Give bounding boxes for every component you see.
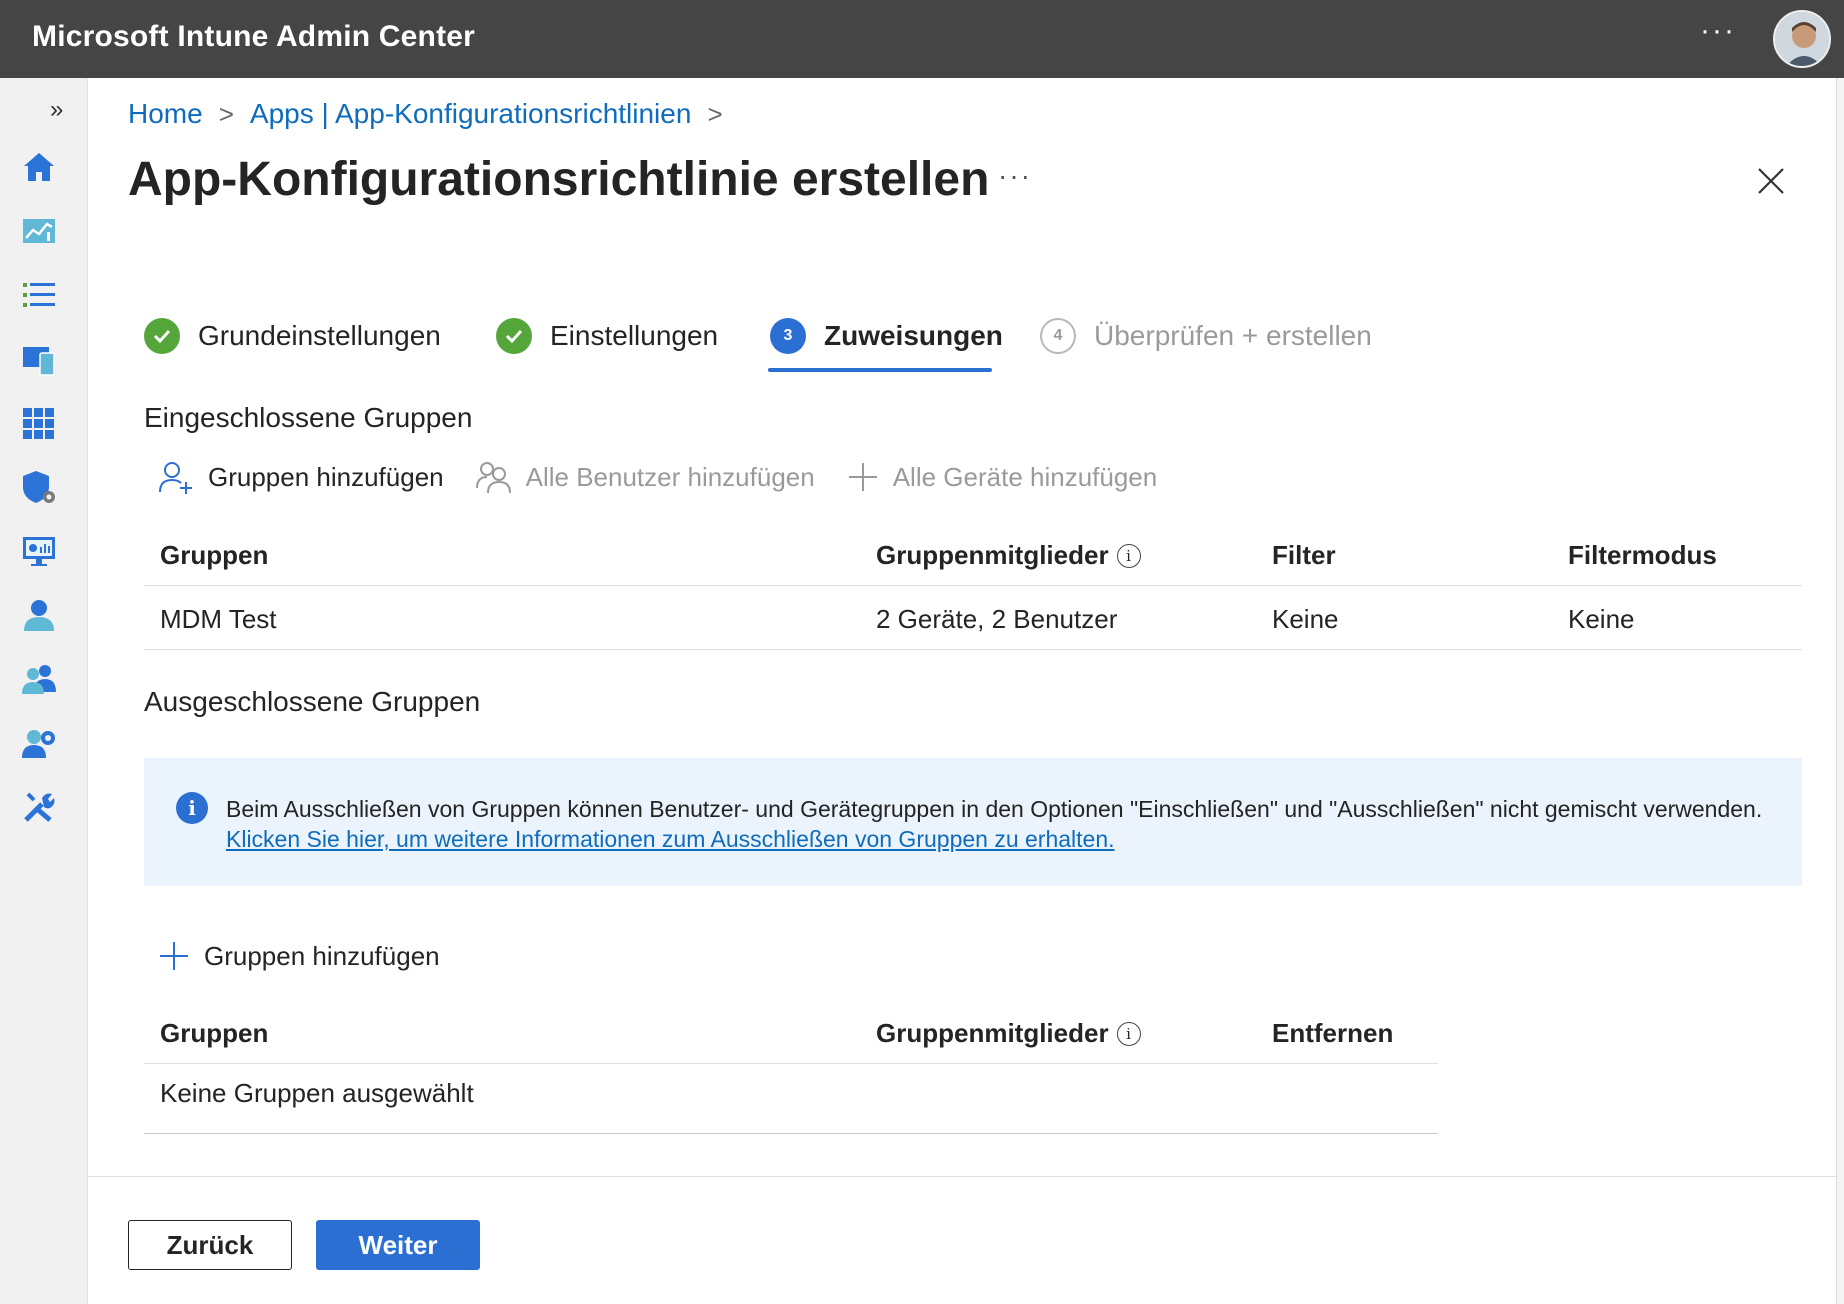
- step-label: Überprüfen + erstellen: [1094, 320, 1372, 351]
- col-members: Gruppenmitglieder i: [876, 1018, 1141, 1049]
- apps-icon[interactable]: [20, 404, 58, 442]
- add-groups-button[interactable]: Gruppen hinzufügen: [158, 460, 444, 494]
- add-person-icon: [159, 462, 192, 494]
- footer-divider: [88, 1176, 1836, 1177]
- breadcrumb-apps[interactable]: Apps | App-Konfigurationsrichtlinien: [250, 98, 692, 130]
- learn-more-link[interactable]: Klicken Sie hier, um weitere Information…: [226, 826, 1115, 852]
- row-filter-mode: Keine: [1568, 604, 1635, 634]
- add-all-users-label: Alle Benutzer hinzufügen: [525, 461, 815, 492]
- check-icon: [496, 318, 532, 354]
- chevron-right-icon: >: [218, 98, 234, 129]
- col-filter: Filter: [1272, 540, 1336, 570]
- col-filter-mode: Filtermodus: [1568, 540, 1717, 570]
- excluded-groups-table: Gruppen Gruppenmitglieder i Entfernen Ke…: [144, 1000, 1438, 1134]
- check-icon: [144, 318, 180, 354]
- troubleshooting-icon[interactable]: [20, 788, 58, 826]
- col-members-label: Gruppenmitglieder: [876, 1018, 1109, 1048]
- users-icon[interactable]: [20, 596, 58, 634]
- page-more-icon[interactable]: ···: [998, 160, 1032, 192]
- col-members-label: Gruppenmitglieder: [876, 540, 1109, 570]
- step-review-create[interactable]: 4 Überprüfen + erstellen: [1040, 318, 1372, 354]
- close-icon[interactable]: [1756, 166, 1786, 196]
- table-header: Gruppen Gruppenmitglieder i Filter Filte…: [144, 522, 1802, 586]
- top-bar: Microsoft Intune Admin Center ···: [0, 0, 1844, 78]
- col-groups: Gruppen: [160, 540, 269, 570]
- plus-icon: [160, 942, 188, 970]
- step-label: Einstellungen: [550, 320, 719, 351]
- row-members: 2 Geräte, 2 Benutzer: [876, 604, 1118, 634]
- table-header: Gruppen Gruppenmitglieder i Entfernen: [144, 1000, 1438, 1064]
- scroll-edge: [1836, 78, 1844, 1304]
- row-filter[interactable]: Keine: [1272, 604, 1339, 635]
- reports-icon[interactable]: [20, 532, 58, 570]
- devices-icon[interactable]: [20, 340, 58, 378]
- info-icon: i: [176, 792, 208, 824]
- step-label: Zuweisungen: [824, 320, 1003, 351]
- left-nav: »: [0, 78, 88, 1304]
- step-assignments[interactable]: 3 Zuweisungen: [770, 318, 1003, 354]
- add-all-users-button[interactable]: Alle Benutzer hinzufügen: [475, 460, 815, 494]
- add-excluded-groups-button[interactable]: Gruppen hinzufügen: [158, 940, 440, 972]
- more-options-icon[interactable]: ···: [1700, 14, 1736, 48]
- add-all-devices-label: Alle Geräte hinzufügen: [892, 461, 1158, 492]
- app-title[interactable]: Microsoft Intune Admin Center: [32, 20, 475, 54]
- step-number: 4: [1040, 318, 1076, 354]
- table-row[interactable]: MDM Test 2 Geräte, 2 Benutzer Keine Kein…: [144, 586, 1802, 650]
- included-groups-table: Gruppen Gruppenmitglieder i Filter Filte…: [144, 522, 1802, 650]
- step-basics[interactable]: Grundeinstellungen: [144, 318, 441, 354]
- info-icon[interactable]: i: [1116, 1021, 1141, 1046]
- col-groups: Gruppen: [160, 1018, 269, 1048]
- info-banner: i Beim Ausschließen von Gruppen können B…: [144, 758, 1802, 886]
- groups-icon[interactable]: [20, 660, 58, 698]
- step-label: Grundeinstellungen: [198, 320, 441, 351]
- endpoint-security-icon[interactable]: [20, 468, 58, 506]
- add-all-devices-button[interactable]: Alle Geräte hinzufügen: [847, 461, 1158, 493]
- excluded-groups-heading: Ausgeschlossene Gruppen: [144, 686, 481, 717]
- add-groups-label: Gruppen hinzufügen: [208, 461, 444, 492]
- wizard-steps: Grundeinstellungen Einstellungen 3 Zuwei…: [144, 318, 1444, 374]
- dashboard-icon[interactable]: [20, 212, 58, 250]
- col-members: Gruppenmitglieder i: [876, 540, 1141, 571]
- included-toolbar: Gruppen hinzufügen Alle Benutzer hinzufü…: [158, 460, 1189, 494]
- info-banner-text: Beim Ausschließen von Gruppen können Ben…: [226, 794, 1766, 854]
- avatar[interactable]: [1773, 10, 1831, 68]
- info-text: Beim Ausschließen von Gruppen können Ben…: [226, 796, 1763, 822]
- breadcrumb-home[interactable]: Home: [128, 98, 203, 130]
- all-services-icon[interactable]: [20, 276, 58, 314]
- add-excluded-groups-label: Gruppen hinzufügen: [204, 940, 440, 971]
- included-groups-heading: Eingeschlossene Gruppen: [144, 402, 473, 433]
- users-outline-icon: [475, 462, 511, 494]
- excluded-toolbar: Gruppen hinzufügen: [158, 940, 472, 972]
- breadcrumb: Home > Apps | App-Konfigurationsrichtlin…: [128, 98, 739, 130]
- active-step-underline: [768, 368, 992, 372]
- page-title: App-Konfigurationsrichtlinie erstellen: [128, 153, 990, 206]
- chevron-right-icon: >: [707, 98, 723, 129]
- col-remove: Entfernen: [1272, 1018, 1394, 1048]
- empty-row: Keine Gruppen ausgewählt: [144, 1064, 1438, 1134]
- info-icon[interactable]: i: [1116, 543, 1141, 568]
- row-group-name[interactable]: MDM Test: [160, 604, 277, 635]
- empty-message: Keine Gruppen ausgewählt: [160, 1078, 474, 1108]
- step-number: 3: [770, 318, 806, 354]
- next-button[interactable]: Weiter: [316, 1220, 480, 1270]
- step-settings[interactable]: Einstellungen: [496, 318, 718, 354]
- back-button[interactable]: Zurück: [128, 1220, 292, 1270]
- tenant-admin-icon[interactable]: [20, 724, 58, 762]
- expand-nav-icon[interactable]: »: [50, 96, 63, 124]
- plus-icon: [848, 463, 877, 491]
- home-icon[interactable]: [20, 148, 58, 186]
